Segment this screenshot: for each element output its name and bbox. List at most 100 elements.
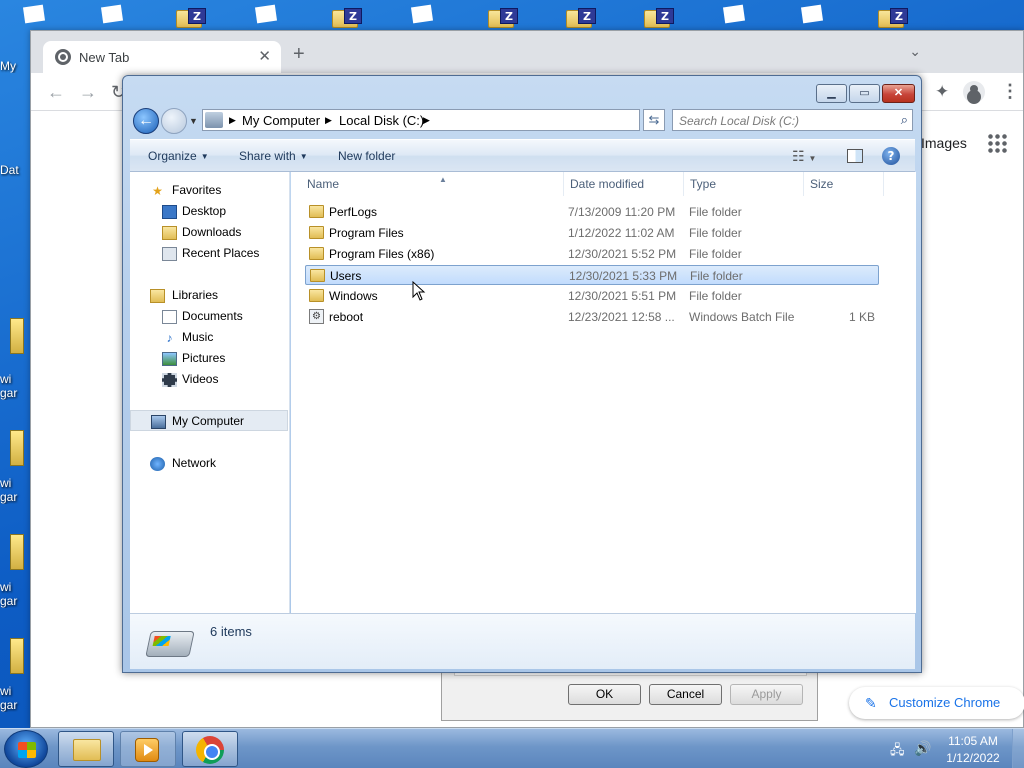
desktop-file-icon[interactable] bbox=[20, 4, 50, 28]
file-row-program-files-x86[interactable]: Program Files (x86) 12/30/2021 5:52 PM F… bbox=[305, 244, 879, 264]
cancel-button[interactable]: Cancel bbox=[649, 684, 722, 705]
minimize-button[interactable]: ▁ bbox=[816, 84, 847, 103]
clock-date[interactable]: 1/12/2022 bbox=[938, 751, 1008, 765]
apply-button[interactable]: Apply bbox=[730, 684, 803, 705]
desktop-icon-label[interactable]: My bbox=[0, 59, 24, 73]
file-row-reboot[interactable]: ⚙ reboot 12/23/2021 12:58 ... Windows Ba… bbox=[305, 307, 879, 327]
forward-arrow-icon[interactable]: → bbox=[79, 82, 97, 103]
preview-pane-icon[interactable] bbox=[847, 149, 863, 163]
address-bar[interactable]: ▶ My Computer ▶ Local Disk (C:) ▶ ▼ bbox=[202, 109, 714, 131]
new-folder-button[interactable]: New folder bbox=[338, 149, 395, 163]
forward-button[interactable] bbox=[161, 108, 187, 134]
column-header-size[interactable]: Size bbox=[804, 172, 884, 196]
breadcrumb-my-computer[interactable]: My Computer bbox=[242, 113, 320, 128]
desktop-archive-icon[interactable]: Z bbox=[564, 6, 596, 28]
search-input[interactable] bbox=[679, 113, 889, 128]
desktop-archive-icon[interactable]: Z bbox=[876, 6, 908, 28]
desktop-archive-icon[interactable]: Z bbox=[642, 6, 674, 28]
pencil-icon: ✎ bbox=[865, 695, 877, 711]
nav-downloads[interactable]: Downloads bbox=[130, 222, 288, 243]
taskbar-explorer-button[interactable] bbox=[58, 731, 114, 767]
taskbar-media-player-button[interactable] bbox=[120, 731, 176, 767]
column-header-name[interactable]: Name ▲ bbox=[301, 172, 564, 196]
nav-network[interactable]: Network bbox=[130, 453, 288, 474]
column-header-date[interactable]: Date modified bbox=[564, 172, 684, 196]
documents-icon bbox=[162, 310, 177, 324]
chrome-tab[interactable]: New Tab ✕ bbox=[43, 41, 281, 73]
nav-recent-places[interactable]: Recent Places bbox=[130, 243, 288, 264]
start-button[interactable] bbox=[4, 730, 48, 768]
file-size: 1 KB bbox=[848, 310, 875, 324]
change-view-icon[interactable]: ☷ ▼ bbox=[792, 148, 816, 165]
chrome-menu-icon[interactable]: ⋮ bbox=[1001, 81, 1019, 102]
new-tab-icon[interactable]: + bbox=[293, 43, 305, 66]
refresh-button[interactable]: ⇆ bbox=[643, 109, 665, 131]
desktop-icon-label[interactable]: wi bbox=[0, 580, 24, 594]
desktop-shortcut-icon[interactable] bbox=[10, 534, 24, 570]
desktop-file-icon[interactable] bbox=[720, 4, 750, 28]
search-icon[interactable]: ⌕ bbox=[901, 112, 908, 128]
column-header-type[interactable]: Type bbox=[684, 172, 804, 196]
maximize-button[interactable]: ▭ bbox=[849, 84, 880, 103]
desktop-icon-label[interactable]: Dat bbox=[0, 163, 24, 177]
desktop-shortcut-icon[interactable] bbox=[10, 638, 24, 674]
desktop-icon-label[interactable]: gar bbox=[0, 698, 24, 712]
clock-time[interactable]: 11:05 AM bbox=[938, 734, 1008, 748]
close-button[interactable]: ✕ bbox=[882, 84, 915, 103]
google-apps-icon[interactable] bbox=[987, 133, 1007, 153]
nav-music[interactable]: ♪ Music bbox=[130, 327, 288, 348]
desktop-shortcut-icon[interactable] bbox=[10, 430, 24, 466]
file-row-users[interactable]: Users 12/30/2021 5:33 PM File folder bbox=[305, 265, 879, 285]
column-header-label: Date modified bbox=[570, 177, 645, 191]
breadcrumb-chevron-icon[interactable]: ▶ bbox=[325, 115, 332, 126]
breadcrumb-local-disk[interactable]: Local Disk (C:) bbox=[339, 113, 424, 128]
folder-icon bbox=[309, 226, 324, 239]
nav-libraries[interactable]: Libraries bbox=[130, 285, 288, 306]
desktop-icon-label[interactable]: wi bbox=[0, 684, 24, 698]
back-arrow-icon[interactable]: ← bbox=[47, 82, 65, 103]
recent-pages-chevron-icon[interactable]: ▼ bbox=[189, 116, 198, 126]
nav-desktop[interactable]: Desktop bbox=[130, 201, 288, 222]
volume-icon[interactable]: 🔊 bbox=[914, 740, 931, 757]
file-date: 12/23/2021 12:58 ... bbox=[568, 310, 675, 324]
nav-videos[interactable]: Videos bbox=[130, 369, 288, 390]
desktop-shortcut-icon[interactable] bbox=[10, 318, 24, 354]
tab-close-icon[interactable]: ✕ bbox=[258, 47, 271, 65]
breadcrumb-chevron-icon[interactable]: ▶ bbox=[229, 115, 236, 126]
network-tray-icon[interactable]: 🖧 bbox=[890, 741, 905, 763]
nav-favorites[interactable]: ★ Favorites bbox=[130, 180, 288, 201]
back-button[interactable]: ← bbox=[133, 108, 159, 134]
organize-menu[interactable]: Organize ▼ bbox=[148, 149, 209, 163]
profile-avatar-icon[interactable] bbox=[963, 81, 985, 103]
desktop-icon-label[interactable]: gar bbox=[0, 594, 24, 608]
desktop-archive-icon[interactable]: Z bbox=[486, 6, 518, 28]
desktop-icon-label[interactable]: gar bbox=[0, 490, 24, 504]
extensions-icon[interactable]: ✦ bbox=[935, 82, 949, 102]
file-type: File folder bbox=[689, 205, 742, 219]
nav-pictures[interactable]: Pictures bbox=[130, 348, 288, 369]
breadcrumb-chevron-icon[interactable]: ▶ bbox=[423, 115, 430, 126]
desktop-icon-label[interactable]: gar bbox=[0, 386, 24, 400]
taskbar-chrome-button[interactable] bbox=[182, 731, 238, 767]
desktop-file-icon[interactable] bbox=[98, 4, 128, 28]
desktop-file-icon[interactable] bbox=[252, 4, 282, 28]
search-box[interactable]: ⌕ bbox=[672, 109, 913, 131]
file-row-windows[interactable]: Windows 12/30/2021 5:51 PM File folder bbox=[305, 286, 879, 306]
file-row-program-files[interactable]: Program Files 1/12/2022 11:02 AM File fo… bbox=[305, 223, 879, 243]
desktop-file-icon[interactable] bbox=[798, 4, 828, 28]
ok-button[interactable]: OK bbox=[568, 684, 641, 705]
tab-search-chevron-icon[interactable]: ⌄ bbox=[909, 43, 921, 60]
images-link[interactable]: Images bbox=[921, 135, 967, 151]
file-row-perflogs[interactable]: PerfLogs 7/13/2009 11:20 PM File folder bbox=[305, 202, 879, 222]
help-icon[interactable]: ? bbox=[882, 147, 900, 165]
desktop-file-icon[interactable] bbox=[408, 4, 438, 28]
desktop-icon-label[interactable]: wi bbox=[0, 476, 24, 490]
desktop-archive-icon[interactable]: Z bbox=[174, 6, 206, 28]
nav-documents[interactable]: Documents bbox=[130, 306, 288, 327]
customize-chrome-button[interactable]: ✎ Customize Chrome bbox=[849, 687, 1024, 719]
desktop-archive-icon[interactable]: Z bbox=[330, 6, 362, 28]
desktop-icon-label[interactable]: wi bbox=[0, 372, 24, 386]
share-with-menu[interactable]: Share with ▼ bbox=[239, 149, 308, 163]
show-desktop-button[interactable] bbox=[1012, 729, 1024, 768]
nav-my-computer[interactable]: My Computer bbox=[130, 410, 288, 431]
